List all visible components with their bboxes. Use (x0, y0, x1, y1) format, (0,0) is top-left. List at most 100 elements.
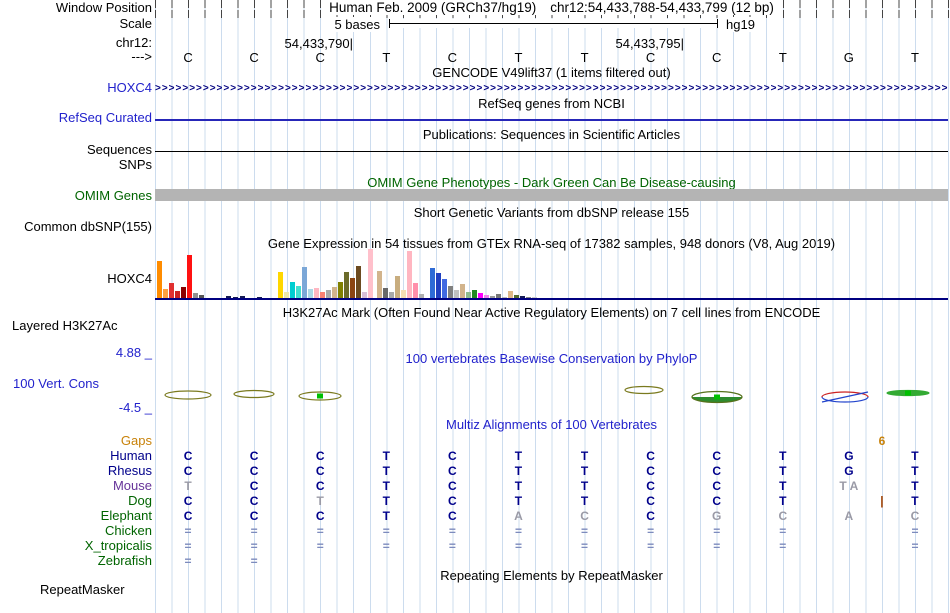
h3k27ac-track-header[interactable]: H3K27Ac Mark (Often Found Near Active Re… (155, 306, 948, 320)
h3k27ac-label[interactable]: Layered H3K27Ac (12, 319, 118, 333)
conservation-glyph (821, 396, 869, 403)
scale-value: 5 bases (331, 17, 383, 32)
species-label-gaps[interactable]: Gaps (121, 434, 152, 448)
alignment-cell: G (844, 449, 854, 463)
gtex-expression-bar (460, 284, 465, 299)
refseq-curated-label[interactable]: RefSeq Curated (59, 111, 152, 125)
conservation-plot[interactable] (155, 378, 948, 412)
alignment-cell: = (713, 524, 721, 538)
alignment-cell: C (249, 464, 259, 478)
ruler-base: C (183, 50, 193, 65)
gencode-track-header[interactable]: GENCODE V49lift37 (1 items filtered out) (155, 66, 948, 80)
gencode-gene-label[interactable]: HOXC4 (107, 81, 152, 95)
alignment-cell: = (250, 524, 258, 538)
position-tick-label-795: 54,433,795| (615, 36, 684, 51)
ruler-base: T (580, 50, 589, 65)
gtex-expression-bar (413, 283, 418, 299)
ruler-base: C (712, 50, 722, 65)
species-label-rhesus[interactable]: Rhesus (108, 464, 152, 478)
alignment-cell: = (316, 539, 324, 553)
repeatmasker-track-header[interactable]: Repeating Elements by RepeatMasker (155, 569, 948, 583)
species-label-human[interactable]: Human (110, 449, 152, 463)
conservation-max-label: 4.88 _ (115, 345, 152, 360)
sequences-item-line[interactable] (155, 151, 948, 152)
alignment-cell: = (514, 524, 522, 538)
alignment-cell: T (779, 479, 787, 493)
alignment-cell: = (382, 539, 390, 553)
gtex-expression-bar (302, 267, 307, 299)
hoxc4-gene-body[interactable]: >>>>>>>>>>>>>>>>>>>>>>>>>>>>>>>>>>>>>>>>… (155, 83, 948, 94)
alignment-cell: T (382, 479, 390, 493)
gtex-expression-bar (436, 273, 441, 299)
assembly-label: hg19 (723, 17, 758, 32)
gtex-expression-bar (377, 271, 382, 299)
alignment-cell: C (910, 509, 920, 523)
gtex-expression-bar (430, 268, 435, 299)
alignment-cell: A (514, 509, 523, 523)
alignment-cell: C (315, 509, 325, 523)
species-label-x_tropicalis[interactable]: X_tropicalis (85, 539, 152, 553)
ruler-base: G (843, 50, 854, 65)
alignment-cell: T (514, 449, 523, 463)
sequences-label[interactable]: Sequences (87, 143, 152, 157)
alignment-cell: C (448, 479, 457, 493)
alignment-cell: T (382, 494, 390, 508)
alignment-cell: = (448, 539, 456, 553)
repeatmasker-label[interactable]: RepeatMasker (40, 583, 125, 597)
dbsnp-track-header[interactable]: Short Genetic Variants from dbSNP releas… (155, 206, 948, 220)
alignment-cell: G (712, 509, 722, 523)
alignment-cell: C (315, 479, 325, 493)
gtex-expression-barchart[interactable] (155, 244, 948, 299)
alignment-cell: T (911, 464, 919, 478)
window-position-label: Window Position (55, 0, 152, 15)
chromosome-label: chr12: (115, 35, 152, 50)
species-label-chicken[interactable]: Chicken (105, 524, 152, 538)
snps-label[interactable]: SNPs (119, 158, 152, 172)
species-label-mouse[interactable]: Mouse (113, 479, 152, 493)
alignment-cell: T (911, 479, 919, 493)
alignment-cell: C (712, 464, 722, 478)
alignment-cell: T (779, 464, 787, 478)
window-title: Human Feb. 2009 (GRCh37/hg19) chr12:54,43… (155, 0, 948, 15)
conservation-glyph (624, 385, 664, 395)
alignment-cell: C (448, 449, 457, 463)
conservation-min-label: -4.5 _ (118, 400, 152, 415)
alignment-cell: C (646, 494, 655, 508)
genome-browser-image: Window Position Human Feb. 2009 (GRCh37/… (0, 0, 950, 613)
alignment-cell: = (250, 539, 258, 553)
gtex-expression-bar (350, 278, 355, 299)
conservation-track-header[interactable]: 100 vertebrates Basewise Conservation by… (155, 352, 948, 366)
alignment-cell: = (184, 554, 192, 568)
conservation-glyph (905, 390, 911, 396)
alignment-cell: T A (839, 479, 859, 493)
alignment-cell: T (779, 494, 787, 508)
omim-gene-bar[interactable] (155, 189, 948, 201)
strand-arrow-label: ---> (131, 49, 152, 64)
species-label-zebrafish[interactable]: Zebrafish (98, 554, 152, 568)
ruler-base: C (447, 50, 458, 65)
alignment-cell: T (514, 494, 523, 508)
dbsnp-label[interactable]: Common dbSNP(155) (24, 220, 152, 234)
species-label-elephant[interactable]: Elephant (101, 509, 152, 523)
conservation-label[interactable]: 100 Vert. Cons (13, 377, 99, 391)
gtex-expression-bar (344, 272, 349, 299)
omim-track-header[interactable]: OMIM Gene Phenotypes - Dark Green Can Be… (155, 176, 948, 190)
multiz-track-header[interactable]: Multiz Alignments of 100 Vertebrates (155, 418, 948, 432)
scale-row-label: Scale (119, 16, 152, 31)
species-label-dog[interactable]: Dog (128, 494, 152, 508)
refseq-track-header[interactable]: RefSeq genes from NCBI (155, 97, 948, 111)
refseq-gene-line[interactable] (155, 119, 948, 121)
alignment-cell: = (514, 539, 522, 553)
ruler-base: T (778, 50, 787, 65)
alignment-cell: = (911, 539, 919, 553)
alignment-cell: = (448, 524, 456, 538)
ruler-base: C (249, 50, 259, 65)
omim-genes-label[interactable]: OMIM Genes (75, 189, 152, 203)
gtex-gene-label[interactable]: HOXC4 (107, 272, 152, 286)
gtex-expression-bar (442, 279, 447, 299)
publications-track-header[interactable]: Publications: Sequences in Scientific Ar… (155, 128, 948, 142)
alignment-cell: = (779, 524, 787, 538)
alignment-cell: A (844, 509, 854, 523)
gtex-expression-bar (187, 255, 192, 299)
alignment-cell: T (580, 464, 589, 478)
